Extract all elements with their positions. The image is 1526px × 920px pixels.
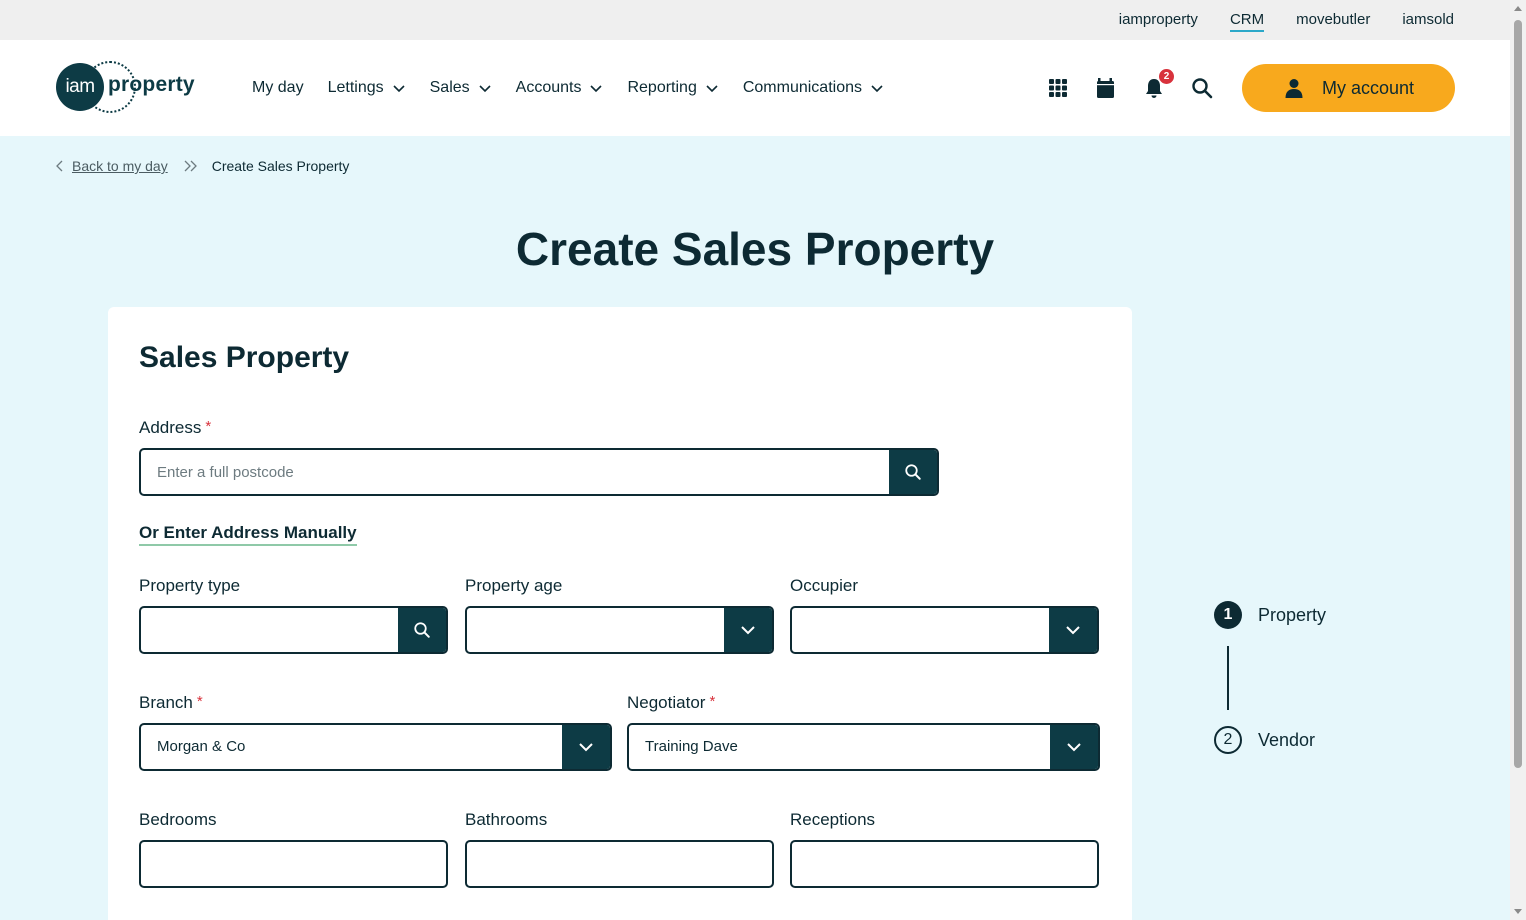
my-account-label: My account	[1322, 77, 1415, 98]
utility-bar: iamproperty CRM movebutler iamsold	[0, 0, 1510, 40]
chevron-down-icon	[579, 743, 593, 752]
branch-label-text: Branch	[139, 693, 193, 712]
utility-links: iamproperty CRM movebutler iamsold	[1119, 0, 1454, 40]
bedrooms-input[interactable]	[141, 842, 446, 886]
property-age-label: Property age	[465, 576, 563, 595]
bedrooms-field	[139, 840, 448, 888]
step-connector	[1227, 646, 1229, 710]
scroll-up-arrow-icon[interactable]	[1514, 6, 1522, 11]
property-age-dropdown-button[interactable]	[724, 608, 772, 652]
apps-grid-icon[interactable]	[1046, 76, 1070, 100]
breadcrumb-current: Create Sales Property	[211, 158, 350, 174]
main-header: iam property My day Lettings Sales Accou…	[0, 40, 1510, 136]
user-icon	[1285, 79, 1303, 98]
logo[interactable]: iam property	[56, 61, 206, 113]
utility-link-iamproperty[interactable]: iamproperty	[1119, 0, 1198, 40]
chevron-down-icon	[1066, 626, 1080, 635]
double-chevron-right-icon	[184, 160, 197, 172]
branch-select[interactable]: Morgan & Co	[139, 723, 612, 771]
nav-item-label: Sales	[429, 79, 470, 96]
address-label-text: Address	[139, 418, 202, 437]
nav-item-sales[interactable]: Sales	[430, 79, 492, 97]
nav-item-label: Accounts	[515, 79, 582, 96]
nav-item-accounts[interactable]: Accounts	[516, 79, 604, 97]
step-number: 2	[1214, 726, 1242, 754]
chevron-down-icon	[479, 85, 491, 93]
breadcrumb-back-link[interactable]: Back to my day	[72, 158, 168, 174]
nav-item-label: Reporting	[627, 79, 697, 96]
enter-address-manually-link[interactable]: Or Enter Address Manually	[139, 523, 357, 546]
step-label: Vendor	[1258, 729, 1316, 750]
section-title: Sales Property	[139, 341, 350, 374]
calendar-icon[interactable]	[1094, 76, 1118, 100]
bedrooms-label: Bedrooms	[139, 810, 217, 829]
branch-dropdown-button[interactable]	[562, 725, 610, 769]
bell-icon[interactable]: 2	[1142, 69, 1174, 100]
address-label: Address *	[139, 418, 211, 438]
nav-item-label: Lettings	[327, 79, 384, 96]
address-field	[139, 448, 939, 496]
property-type-label: Property type	[139, 576, 241, 595]
required-marker: *	[196, 693, 203, 710]
search-icon	[414, 622, 430, 638]
step-number: 1	[1214, 601, 1242, 629]
utility-link-crm[interactable]: CRM	[1229, 0, 1265, 40]
nav-item-communications[interactable]: Communications	[743, 79, 884, 97]
utility-link-iamsold[interactable]: iamsold	[1402, 0, 1454, 40]
search-icon[interactable]	[1190, 76, 1214, 100]
scroll-down-arrow-icon[interactable]	[1514, 909, 1522, 914]
bathrooms-input[interactable]	[467, 842, 772, 886]
chevron-down-icon	[871, 85, 883, 93]
breadcrumb: Back to my day Create Sales Property	[56, 158, 349, 174]
step-property[interactable]: 1 Property	[1214, 601, 1326, 629]
sales-property-card: Sales Property Address* Or Enter Address…	[108, 307, 1132, 920]
search-icon	[905, 464, 921, 480]
chevron-down-icon	[1067, 743, 1081, 752]
occupier-select[interactable]	[790, 606, 1099, 654]
address-input[interactable]	[141, 450, 937, 494]
notifications-badge: 2	[1159, 69, 1174, 84]
main-nav: My day Lettings Sales Accounts Reporting…	[252, 40, 884, 136]
branch-value: Morgan & Co	[157, 738, 246, 755]
negotiator-select[interactable]: Training Dave	[627, 723, 1100, 771]
occupier-dropdown-button[interactable]	[1049, 608, 1097, 652]
logo-word: property	[108, 73, 195, 96]
property-age-select[interactable]	[465, 606, 774, 654]
nav-item-reporting[interactable]: Reporting	[627, 79, 718, 97]
bathrooms-label: Bathrooms	[465, 810, 548, 829]
negotiator-dropdown-button[interactable]	[1050, 725, 1098, 769]
receptions-input[interactable]	[792, 842, 1097, 886]
page-title: Create Sales Property	[515, 223, 995, 275]
chevron-down-icon	[393, 85, 405, 93]
utility-link-movebutler[interactable]: movebutler	[1296, 0, 1370, 40]
page-scrollbar[interactable]	[1510, 0, 1526, 920]
chevron-left-icon	[56, 160, 63, 172]
property-type-search-button[interactable]	[398, 608, 446, 652]
nav-item-my-day[interactable]: My day	[252, 79, 304, 97]
step-vendor[interactable]: 2 Vendor	[1214, 726, 1315, 754]
nav-item-label: Communications	[742, 79, 862, 96]
bathrooms-field	[465, 840, 774, 888]
my-account-button[interactable]: My account	[1242, 64, 1455, 112]
nav-item-lettings[interactable]: Lettings	[328, 79, 406, 97]
property-type-field	[139, 606, 448, 654]
required-marker: *	[205, 418, 212, 435]
nav-item-label: My day	[252, 79, 304, 96]
chevron-down-icon	[741, 626, 755, 635]
negotiator-label-text: Negotiator	[627, 693, 706, 712]
negotiator-label: Negotiator *	[627, 693, 715, 713]
required-marker: *	[709, 693, 716, 710]
branch-label: Branch *	[139, 693, 203, 713]
chevron-down-icon	[706, 85, 718, 93]
header-tools: 2	[1046, 69, 1214, 100]
receptions-field	[790, 840, 1099, 888]
scrollbar-thumb[interactable]	[1514, 20, 1522, 768]
logo-mark: iam	[56, 63, 104, 111]
address-search-button[interactable]	[889, 450, 937, 494]
receptions-label: Receptions	[790, 810, 876, 829]
step-label: Property	[1258, 604, 1327, 625]
negotiator-value: Training Dave	[645, 738, 738, 755]
chevron-down-icon	[590, 85, 603, 93]
occupier-label: Occupier	[790, 576, 859, 595]
